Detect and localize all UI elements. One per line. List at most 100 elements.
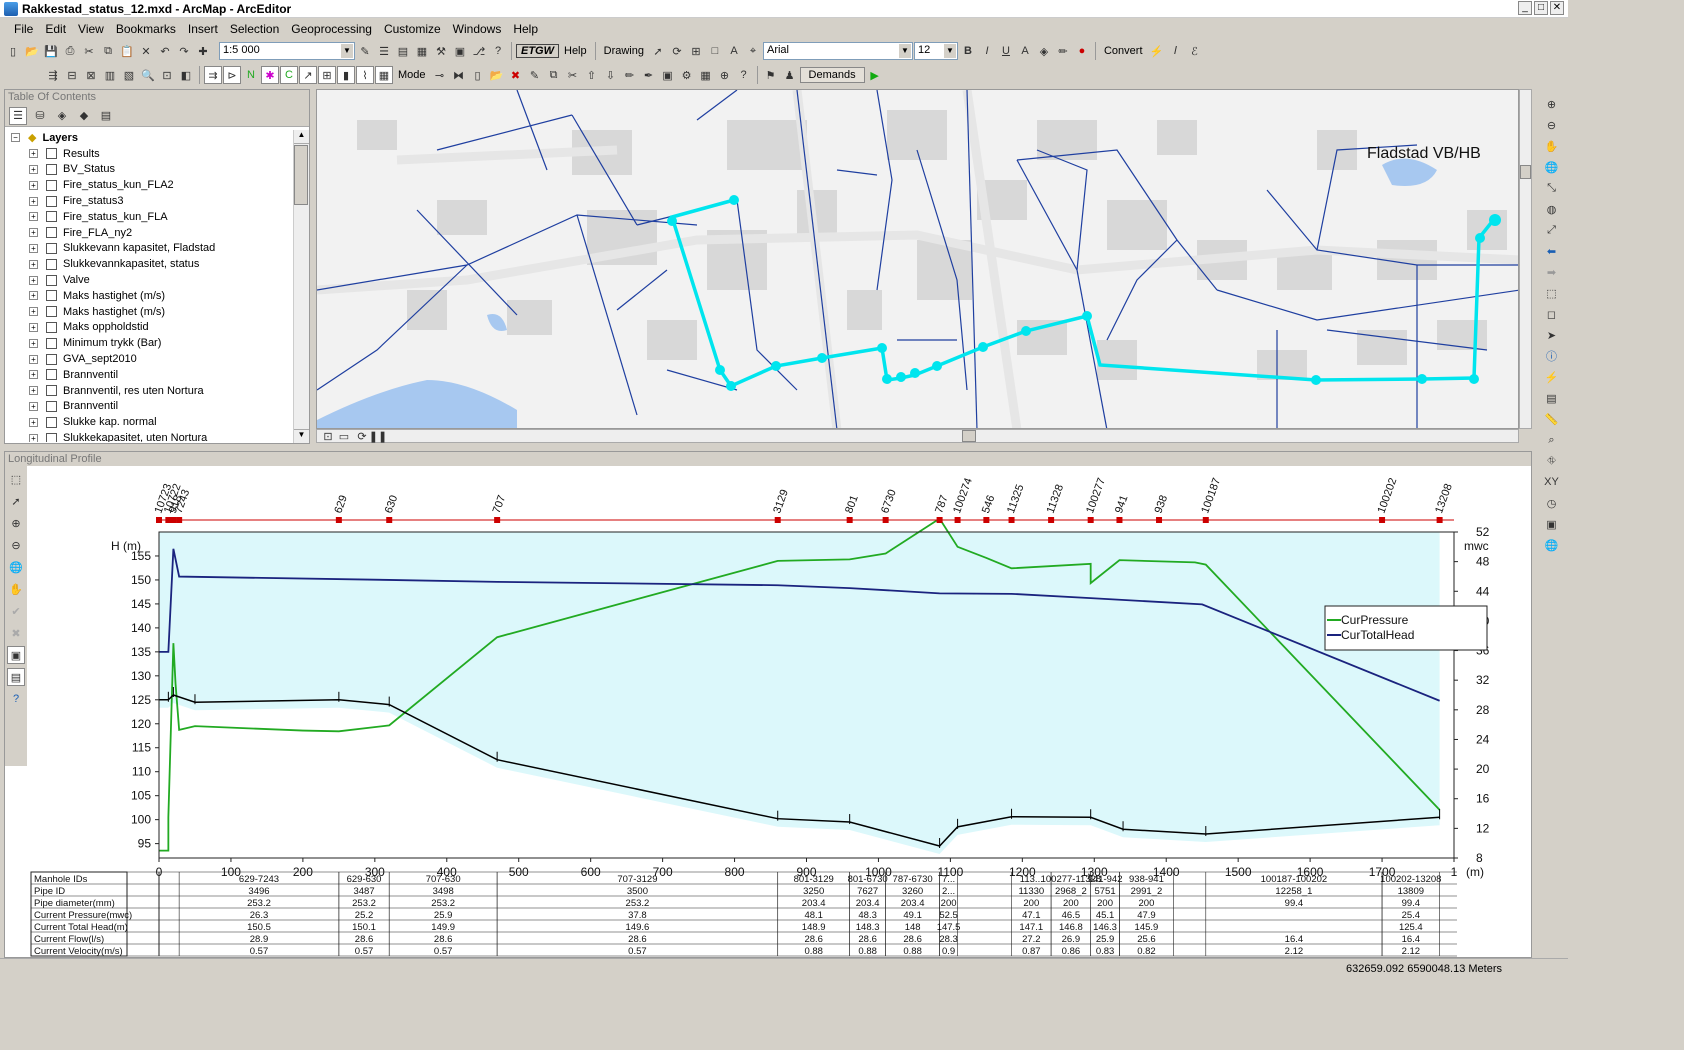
- paste-icon[interactable]: 📋: [118, 42, 136, 60]
- layer-item[interactable]: + Fire_status_kun_FLA: [5, 209, 295, 225]
- layout-view-icon[interactable]: ▭: [335, 427, 353, 445]
- zoom-out-icon[interactable]: ⊖: [1543, 116, 1561, 134]
- layer-item[interactable]: + Fire_status_kun_FLA2: [5, 177, 295, 193]
- etgw-button[interactable]: ETGW: [516, 44, 559, 58]
- expand-icon[interactable]: +: [29, 196, 38, 206]
- layer-visibility-checkbox[interactable]: [46, 274, 57, 286]
- layer-item[interactable]: + Slukkevann kapasitet, Fladstad: [5, 241, 295, 257]
- layer-item[interactable]: + Valve: [5, 272, 295, 288]
- minimize-button[interactable]: _: [1518, 1, 1532, 15]
- menu-geoprocessing[interactable]: Geoprocessing: [285, 22, 378, 36]
- network-tool-6-icon[interactable]: ⊡: [158, 66, 176, 84]
- select-pointer-icon[interactable]: ➤: [1543, 326, 1561, 344]
- whats-this-icon[interactable]: ?: [489, 42, 507, 60]
- print-icon[interactable]: ⎙: [61, 42, 79, 60]
- remove-icon[interactable]: ✖: [507, 66, 525, 84]
- expand-icon[interactable]: +: [29, 149, 38, 159]
- trace-tool-5-icon[interactable]: C: [280, 66, 298, 84]
- scissors-tool-icon[interactable]: ✂: [564, 66, 582, 84]
- calc-tool-icon[interactable]: ⊕: [716, 66, 734, 84]
- layer-item[interactable]: + Slukkevannkapasitet, status: [5, 256, 295, 272]
- editor-toolbar-icon[interactable]: ✎: [356, 42, 374, 60]
- go-to-xy-icon[interactable]: XY: [1543, 473, 1561, 491]
- wand-icon[interactable]: ⚡: [1148, 42, 1166, 60]
- map-view[interactable]: Fladstad VB/HB: [316, 89, 1519, 429]
- trace-tool-1-icon[interactable]: ⇉: [204, 66, 222, 84]
- network-tool-2-icon[interactable]: ⊟: [63, 66, 81, 84]
- scroll-up-icon[interactable]: ▲: [294, 130, 309, 144]
- expand-icon[interactable]: +: [29, 354, 38, 364]
- run-icon[interactable]: ▶: [866, 66, 884, 84]
- layer-visibility-checkbox[interactable]: [46, 337, 57, 349]
- menu-file[interactable]: File: [8, 22, 39, 36]
- mode-dropdown[interactable]: Mode: [394, 69, 430, 81]
- folder-tool-icon[interactable]: 📂: [488, 66, 506, 84]
- layer-item[interactable]: + Fire_status3: [5, 193, 295, 209]
- open-folder-icon[interactable]: 📂: [23, 42, 41, 60]
- find-route-icon[interactable]: ⛗: [1543, 452, 1561, 470]
- maximize-button[interactable]: □: [1534, 1, 1548, 15]
- globe-service-icon[interactable]: 🌐: [1543, 536, 1561, 554]
- layer-visibility-checkbox[interactable]: [46, 242, 57, 254]
- layer-item[interactable]: + Brannventil, res uten Nortura: [5, 383, 295, 399]
- fixed-zoom-in-icon[interactable]: ⤡: [1543, 179, 1561, 197]
- menu-edit[interactable]: Edit: [39, 22, 72, 36]
- bold-icon[interactable]: B: [959, 42, 977, 60]
- menu-windows[interactable]: Windows: [447, 22, 508, 36]
- edit-feature-icon[interactable]: ✎: [526, 66, 544, 84]
- layer-visibility-checkbox[interactable]: [46, 211, 57, 223]
- profile-chart[interactable]: 10723107229187243 629 630 707 3129 801 6730 787…: [5, 466, 1531, 958]
- expand-icon[interactable]: +: [29, 259, 38, 269]
- trace-tool-9-icon[interactable]: ⌇: [356, 66, 374, 84]
- expand-icon[interactable]: +: [29, 180, 38, 190]
- layer-item[interactable]: + Results: [5, 146, 295, 162]
- expand-icon[interactable]: +: [29, 291, 38, 301]
- menu-help[interactable]: Help: [507, 22, 544, 36]
- list-by-selection-icon[interactable]: ◆: [75, 107, 93, 125]
- html-popup-icon[interactable]: ▤: [1543, 389, 1561, 407]
- layers-root[interactable]: − ◆ Layers: [5, 130, 295, 146]
- pause-drawing-icon[interactable]: ❚❚: [369, 427, 387, 445]
- expand-icon[interactable]: +: [29, 386, 38, 396]
- layer-item[interactable]: + Brannventil: [5, 399, 295, 415]
- layer-item[interactable]: + Minimum trykk (Bar): [5, 335, 295, 351]
- network-tool-7-icon[interactable]: ◧: [177, 66, 195, 84]
- expand-icon[interactable]: +: [29, 338, 38, 348]
- expand-icon[interactable]: +: [29, 401, 38, 411]
- marker-color-icon[interactable]: ●: [1073, 42, 1091, 60]
- select-features-icon[interactable]: ⬚: [1543, 284, 1561, 302]
- menu-view[interactable]: View: [72, 22, 110, 36]
- toc-scrollbar[interactable]: ▲ ▼: [293, 130, 309, 443]
- catalog-icon[interactable]: ▤: [394, 42, 412, 60]
- python-icon[interactable]: ▣: [451, 42, 469, 60]
- map-tool-icon[interactable]: ▣: [659, 66, 677, 84]
- fill-color-icon[interactable]: ◈: [1035, 42, 1053, 60]
- expand-icon[interactable]: +: [29, 417, 38, 427]
- layer-visibility-checkbox[interactable]: [46, 369, 57, 381]
- layer-item[interactable]: + Slukke kap. normal: [5, 414, 295, 430]
- map-vscroll-thumb[interactable]: [1520, 165, 1531, 179]
- layer-visibility-checkbox[interactable]: [46, 195, 57, 207]
- rectangle-icon[interactable]: □: [706, 42, 724, 60]
- layer-item[interactable]: + Fire_FLA_ny2: [5, 225, 295, 241]
- layer-visibility-checkbox[interactable]: [46, 148, 57, 160]
- options-icon[interactable]: ▤: [97, 107, 115, 125]
- font-color-icon[interactable]: A: [1016, 42, 1034, 60]
- zoom-in-icon[interactable]: ⊕: [1543, 95, 1561, 113]
- convert-dropdown[interactable]: Convert: [1100, 45, 1147, 57]
- identify-icon[interactable]: ⓘ: [1543, 347, 1561, 365]
- measure-icon[interactable]: 📏: [1543, 410, 1561, 428]
- delete-icon[interactable]: ✕: [137, 42, 155, 60]
- pen-tool-icon[interactable]: ✒: [640, 66, 658, 84]
- layer-item[interactable]: + Brannventil: [5, 367, 295, 383]
- fixed-zoom-out-icon[interactable]: ⤢: [1543, 221, 1561, 239]
- layer-item[interactable]: + BV_Status: [5, 162, 295, 178]
- zoom-to-selected-icon[interactable]: ⊞: [687, 42, 705, 60]
- layer-item[interactable]: + GVA_sept2010: [5, 351, 295, 367]
- network-tool-4-icon[interactable]: ▥: [101, 66, 119, 84]
- menu-bookmarks[interactable]: Bookmarks: [110, 22, 182, 36]
- undo-icon[interactable]: ↶: [156, 42, 174, 60]
- layer-item[interactable]: + Maks oppholdstid: [5, 320, 295, 336]
- full-extent-icon[interactable]: 🌐: [1543, 158, 1561, 176]
- font-size-dropdown[interactable]: 12: [913, 42, 958, 60]
